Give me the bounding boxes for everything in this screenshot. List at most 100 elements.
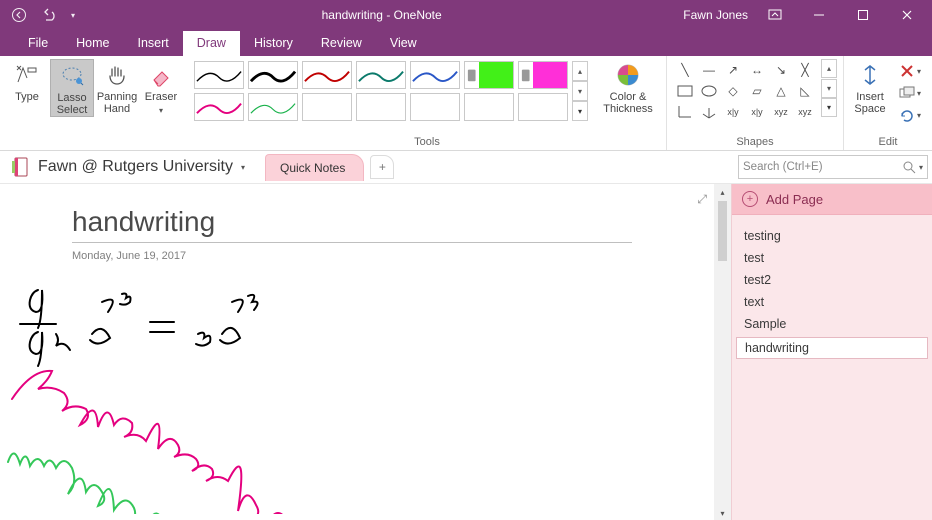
pen-empty-2[interactable] <box>356 93 406 121</box>
shapes-gallery: ╲ — ↗ ↔ ↘ ╳ ◇ ▱ △ ◺ x|y x|y xyz xyz <box>673 59 817 121</box>
shape-arrow[interactable]: ↗ <box>723 61 743 79</box>
tab-home[interactable]: Home <box>62 31 123 56</box>
search-placeholder: Search (Ctrl+E) <box>743 161 823 173</box>
ribbon-tabs: File Home Insert Draw History Review Vie… <box>0 30 932 56</box>
pen-empty-3[interactable] <box>410 93 460 121</box>
shape-triangle[interactable]: △ <box>771 82 791 100</box>
minimize-button[interactable] <box>802 3 836 27</box>
pen-gallery-more[interactable]: ▾ <box>572 101 588 121</box>
section-tab-quick-notes[interactable]: Quick Notes <box>265 154 364 181</box>
shape-graph-xy[interactable]: x|y <box>723 103 743 121</box>
qat-customize-icon[interactable]: ▾ <box>66 3 80 27</box>
page-item-selected[interactable]: handwriting <box>736 337 928 359</box>
window-title: handwriting - OneNote <box>80 8 683 22</box>
type-label: Type <box>15 91 39 103</box>
pen-blue[interactable] <box>410 61 460 89</box>
pen-empty-5[interactable] <box>518 93 568 121</box>
undo-button[interactable] <box>36 3 62 27</box>
pen-empty-4[interactable] <box>464 93 514 121</box>
shape-axes-3d[interactable] <box>699 103 719 121</box>
highlighter-green[interactable] <box>464 61 514 89</box>
pen-gallery-down[interactable]: ▾ <box>572 81 588 101</box>
tab-review[interactable]: Review <box>307 31 376 56</box>
panning-hand-button[interactable]: Panning Hand <box>96 59 138 115</box>
edit-group-label: Edit <box>850 136 926 150</box>
ribbon: Type Lasso Select Panning Hand Eraser▾ <box>0 56 932 151</box>
ribbon-group-shapes: ╲ — ↗ ↔ ↘ ╳ ◇ ▱ △ ◺ x|y x|y xyz xyz ▴ <box>667 56 844 150</box>
color-thickness-button[interactable]: Color & Thickness <box>596 59 660 115</box>
pen-gallery-up[interactable]: ▴ <box>572 61 588 81</box>
page-item[interactable]: test <box>732 247 932 269</box>
page-item[interactable]: text <box>732 291 932 313</box>
workspace: ⤢ handwriting Monday, June 19, 2017 <box>0 184 932 520</box>
type-tool-button[interactable]: Type <box>6 59 48 103</box>
arrange-button[interactable]: ▾ <box>896 83 924 103</box>
vertical-scrollbar[interactable]: ▴ ▾ <box>714 184 731 520</box>
shape-line-dl[interactable]: ╲ <box>675 61 695 79</box>
shape-arrow-both[interactable]: ↔ <box>747 61 767 79</box>
pen-red[interactable] <box>302 61 352 89</box>
title-bar: ▾ handwriting - OneNote Fawn Jones <box>0 0 932 30</box>
pen-magenta[interactable] <box>194 93 244 121</box>
rotate-button[interactable]: ▾ <box>896 105 924 125</box>
scroll-down-icon[interactable]: ▾ <box>720 509 724 518</box>
shape-graph-xyz[interactable]: xyz <box>771 103 791 121</box>
quick-access-toolbar: ▾ <box>0 3 80 27</box>
shapes-gallery-down[interactable]: ▾ <box>821 79 837 98</box>
shape-axes-2d[interactable] <box>675 103 695 121</box>
shapes-gallery-more[interactable]: ▾ <box>821 98 837 117</box>
shape-parallelogram[interactable]: ▱ <box>747 82 767 100</box>
eraser-button[interactable]: Eraser▾ <box>140 59 182 117</box>
pen-black-thin[interactable] <box>194 61 244 89</box>
tab-view[interactable]: View <box>376 31 431 56</box>
page-item[interactable]: Sample <box>732 313 932 335</box>
shape-rect[interactable] <box>675 82 695 100</box>
shape-line-cross[interactable]: ╳ <box>795 61 815 79</box>
add-page-button[interactable]: + Add Page <box>732 184 932 215</box>
shape-graph-xy2[interactable]: x|y <box>747 103 767 121</box>
search-scope-chevron[interactable]: ▾ <box>919 163 923 172</box>
shape-ellipse[interactable] <box>699 82 719 100</box>
pen-empty-1[interactable] <box>302 93 352 121</box>
scroll-thumb[interactable] <box>718 201 727 261</box>
page-list: testing test test2 text Sample handwriti… <box>732 215 932 361</box>
tab-insert[interactable]: Insert <box>124 31 183 56</box>
tab-history[interactable]: History <box>240 31 307 56</box>
insert-space-button[interactable]: Insert Space <box>850 59 890 115</box>
shapes-group-label: Shapes <box>673 136 837 150</box>
delete-button[interactable]: ▾ <box>896 61 924 81</box>
close-button[interactable] <box>890 3 924 27</box>
ribbon-group-tools: ▴ ▾ ▾ Color & Thickness Tools <box>188 56 667 150</box>
plus-circle-icon: + <box>742 191 758 207</box>
shapes-gallery-up[interactable]: ▴ <box>821 59 837 78</box>
tab-draw[interactable]: Draw <box>183 31 240 56</box>
user-name[interactable]: Fawn Jones <box>683 8 748 22</box>
tab-file[interactable]: File <box>14 31 62 56</box>
notebook-name: Fawn @ Rutgers University <box>38 158 233 176</box>
pen-black-med[interactable] <box>248 61 298 89</box>
shape-diamond[interactable]: ◇ <box>723 82 743 100</box>
shape-graph-xyz2[interactable]: xyz <box>795 103 815 121</box>
ribbon-display-button[interactable] <box>758 3 792 27</box>
back-button[interactable] <box>6 3 32 27</box>
insert-space-label: Insert Space <box>850 91 890 115</box>
pen-teal[interactable] <box>356 61 406 89</box>
scroll-up-icon[interactable]: ▴ <box>720 188 724 197</box>
page-canvas[interactable]: ⤢ handwriting Monday, June 19, 2017 <box>0 184 731 520</box>
search-input[interactable]: Search (Ctrl+E) ▾ <box>738 155 928 179</box>
pen-gallery <box>194 59 568 121</box>
page-item[interactable]: test2 <box>732 269 932 291</box>
tools-group-label: Tools <box>194 136 660 150</box>
shape-right-triangle[interactable]: ◺ <box>795 82 815 100</box>
maximize-button[interactable] <box>846 3 880 27</box>
page-item[interactable]: testing <box>732 225 932 247</box>
shape-line-h[interactable]: — <box>699 61 719 79</box>
lasso-label: Lasso Select <box>51 92 93 116</box>
notebook-picker[interactable]: Fawn @ Rutgers University ▾ <box>0 157 257 177</box>
lasso-select-button[interactable]: Lasso Select <box>50 59 94 117</box>
group-blank-label <box>6 136 182 150</box>
highlighter-pink[interactable] <box>518 61 568 89</box>
shape-arrow-down[interactable]: ↘ <box>771 61 791 79</box>
pen-green-thin[interactable] <box>248 93 298 121</box>
add-section-button[interactable]: + <box>370 155 394 179</box>
